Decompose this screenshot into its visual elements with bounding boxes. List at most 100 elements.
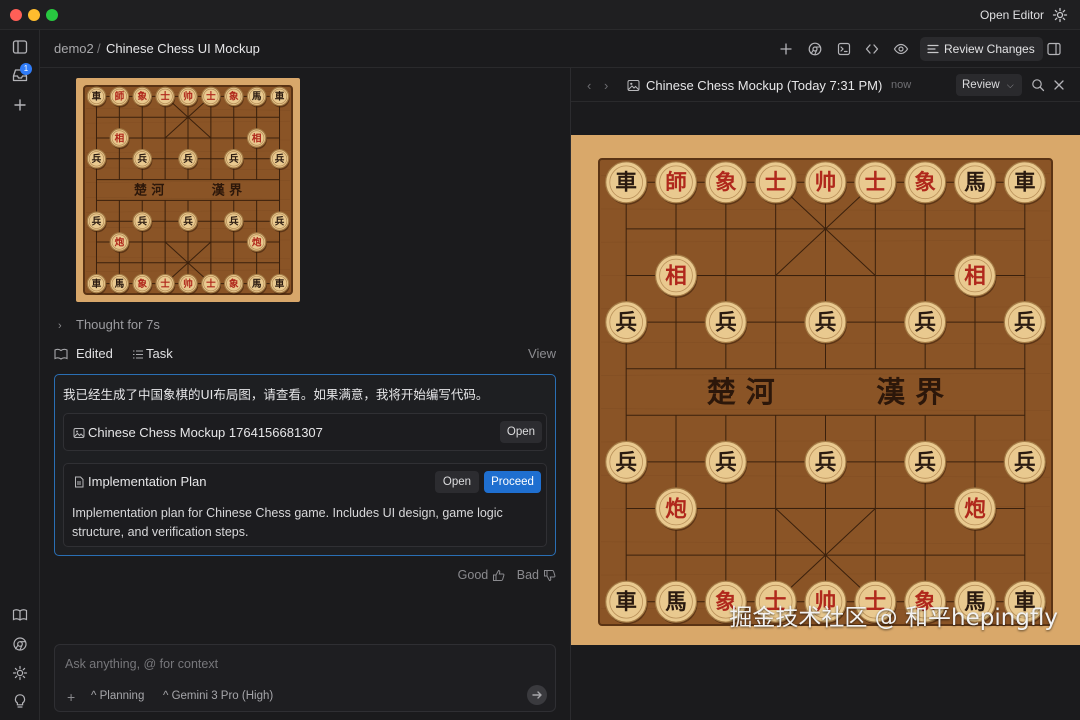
piece-label: 兵 — [914, 310, 936, 335]
piece-label: 兵 — [183, 215, 193, 227]
image-icon — [627, 80, 640, 91]
proceed-button[interactable]: Proceed — [484, 471, 541, 493]
piece-label: 士 — [765, 171, 787, 196]
thumbs-up-icon — [493, 569, 505, 581]
thought-label: Thought for 7s — [76, 317, 160, 332]
piece-label: 炮 — [115, 236, 125, 248]
chess-board-image: 楚 河漢 界車師象士帅士象馬車相 相兵兵兵兵兵兵兵兵兵兵炮 炮車馬象士帅士象馬車 — [571, 135, 1080, 645]
piece-label: 兵 — [615, 310, 637, 335]
piece-label: 兵 — [815, 450, 837, 475]
piece-label: 馬 — [964, 171, 986, 196]
activity-bar: 1 — [0, 30, 40, 720]
piece-label: 象 — [715, 170, 737, 196]
artifact-card[interactable]: Chinese Chess Mockup 1764156681307 Open — [63, 413, 547, 451]
piece-label: 帅 — [183, 278, 193, 290]
piece-label: 帅 — [815, 171, 837, 196]
piece-label: 兵 — [1014, 450, 1036, 475]
model-selector[interactable]: ^ Gemini 3 Pro (High) — [163, 690, 273, 702]
good-feedback-button[interactable]: Good — [454, 568, 506, 582]
thought-toggle[interactable]: › Thought for 7s — [58, 317, 160, 332]
chess-board-thumbnail: 楚 河漢 界車師象士帅士象馬車相 相兵兵兵兵兵兵兵兵兵兵炮 炮車馬象士帅士象馬車 — [76, 78, 300, 302]
piece-label: 兵 — [914, 450, 936, 475]
piece-label: 車 — [615, 171, 637, 196]
bad-feedback-button[interactable]: Bad — [513, 568, 556, 582]
bad-label: Bad — [516, 568, 539, 582]
view-link[interactable]: View — [528, 346, 556, 361]
piece-label: 象 — [229, 91, 239, 103]
review-label: Review — [962, 79, 1000, 91]
close-window-button[interactable] — [10, 9, 22, 21]
mode-selector[interactable]: ^ Planning — [91, 690, 144, 702]
artifact-open-button[interactable]: Open — [500, 421, 542, 443]
breadcrumb-workspace[interactable]: demo2 — [54, 41, 94, 56]
minimize-window-button[interactable] — [28, 9, 40, 21]
piece-label: 兵 — [815, 310, 837, 335]
piece-label: 兵 — [715, 310, 737, 335]
gear-icon[interactable] — [1052, 7, 1068, 23]
sidebar-toggle-icon[interactable] — [11, 38, 29, 56]
piece-label: 馬 — [665, 590, 687, 615]
breadcrumb-separator: / — [97, 41, 101, 56]
review-changes-button[interactable]: Review Changes — [920, 37, 1043, 61]
document-icon — [75, 476, 84, 488]
send-button[interactable] — [527, 685, 547, 705]
forward-arrow-icon[interactable]: › — [604, 78, 608, 93]
breadcrumb-conversation[interactable]: Chinese Chess UI Mockup — [106, 41, 260, 56]
plus-icon[interactable] — [778, 41, 794, 57]
artifact-title: Chinese Chess Mockup 1764156681307 — [88, 425, 323, 440]
agent-message: 我已经生成了中国象棋的UI布局图，请查看。如果满意，我将开始编写代码。 Chin… — [54, 374, 556, 556]
close-icon[interactable] — [1052, 78, 1066, 92]
piece-label: 兵 — [615, 450, 637, 475]
thumbs-down-icon — [544, 569, 556, 581]
piece-label: 兵 — [275, 153, 285, 165]
chat-input-box: + ^ Planning ^ Gemini 3 Pro (High) — [54, 644, 556, 712]
chess-mockup-thumbnail[interactable]: 楚 河漢 界車師象士帅士象馬車相相兵兵兵兵兵兵兵兵兵兵炮炮車馬象士帅士象馬車 — [76, 78, 300, 302]
chat-input[interactable] — [65, 657, 535, 671]
maximize-window-button[interactable] — [46, 9, 58, 21]
settings-icon[interactable] — [11, 664, 29, 682]
implementation-plan-card[interactable]: Implementation Plan Open Proceed Impleme… — [63, 463, 547, 547]
terminal-icon[interactable] — [836, 41, 852, 57]
piece-label: 象 — [137, 91, 147, 103]
piece-label: 兵 — [92, 215, 102, 227]
piece-label: 士 — [206, 278, 216, 290]
book-open-icon — [54, 348, 68, 360]
code-icon[interactable] — [864, 41, 880, 57]
piece-label: 士 — [160, 91, 170, 103]
plan-title: Implementation Plan — [88, 474, 207, 489]
piece-label: 炮 — [252, 236, 262, 248]
piece-label: 兵 — [137, 153, 147, 165]
piece-label: 兵 — [92, 153, 102, 165]
piece-label: 車 — [92, 91, 102, 103]
chess-board-preview: 楚 河漢 界車師象士帅士象馬車相相兵兵兵兵兵兵兵兵兵兵炮炮車馬象士帅士象馬車 — [571, 135, 1080, 645]
piece-label: 炮 — [665, 496, 687, 522]
add-context-button[interactable]: + — [67, 689, 75, 705]
piece-label: 兵 — [183, 153, 193, 165]
book-icon[interactable] — [11, 606, 29, 624]
task-link[interactable]: Task — [146, 346, 173, 361]
mode-label: Planning — [99, 690, 145, 702]
piece-label: 車 — [615, 590, 637, 615]
piece-label: 兵 — [275, 215, 285, 227]
review-dropdown[interactable]: Review ⌵ — [956, 74, 1022, 96]
open-editor-button[interactable]: Open Editor — [980, 8, 1044, 22]
preview-timestamp: now — [891, 79, 912, 91]
plus-icon[interactable] — [11, 96, 29, 114]
feedback-row: Good Bad — [450, 568, 556, 582]
browser-icon[interactable] — [807, 41, 823, 57]
lightbulb-icon[interactable] — [11, 692, 29, 710]
piece-label: 炮 — [964, 496, 986, 522]
window-titlebar: Open Editor — [0, 0, 1080, 30]
river-text-left: 楚 河 — [707, 375, 775, 409]
split-panel-icon[interactable] — [1046, 41, 1062, 57]
back-arrow-icon[interactable]: ‹ — [587, 78, 591, 93]
river-text-right: 漢 界 — [876, 375, 944, 409]
chrome-icon[interactable] — [11, 635, 29, 653]
preview-title: Chinese Chess Mockup (Today 7:31 PM) — [646, 78, 883, 93]
message-text: 我已经生成了中国象棋的UI布局图，请查看。如果满意，我将开始编写代码。 — [63, 387, 489, 402]
plan-open-button[interactable]: Open — [435, 471, 479, 493]
eye-icon[interactable] — [893, 41, 909, 57]
search-icon[interactable] — [1031, 78, 1045, 92]
piece-label: 相 — [964, 264, 986, 289]
piece-label: 車 — [275, 91, 285, 103]
